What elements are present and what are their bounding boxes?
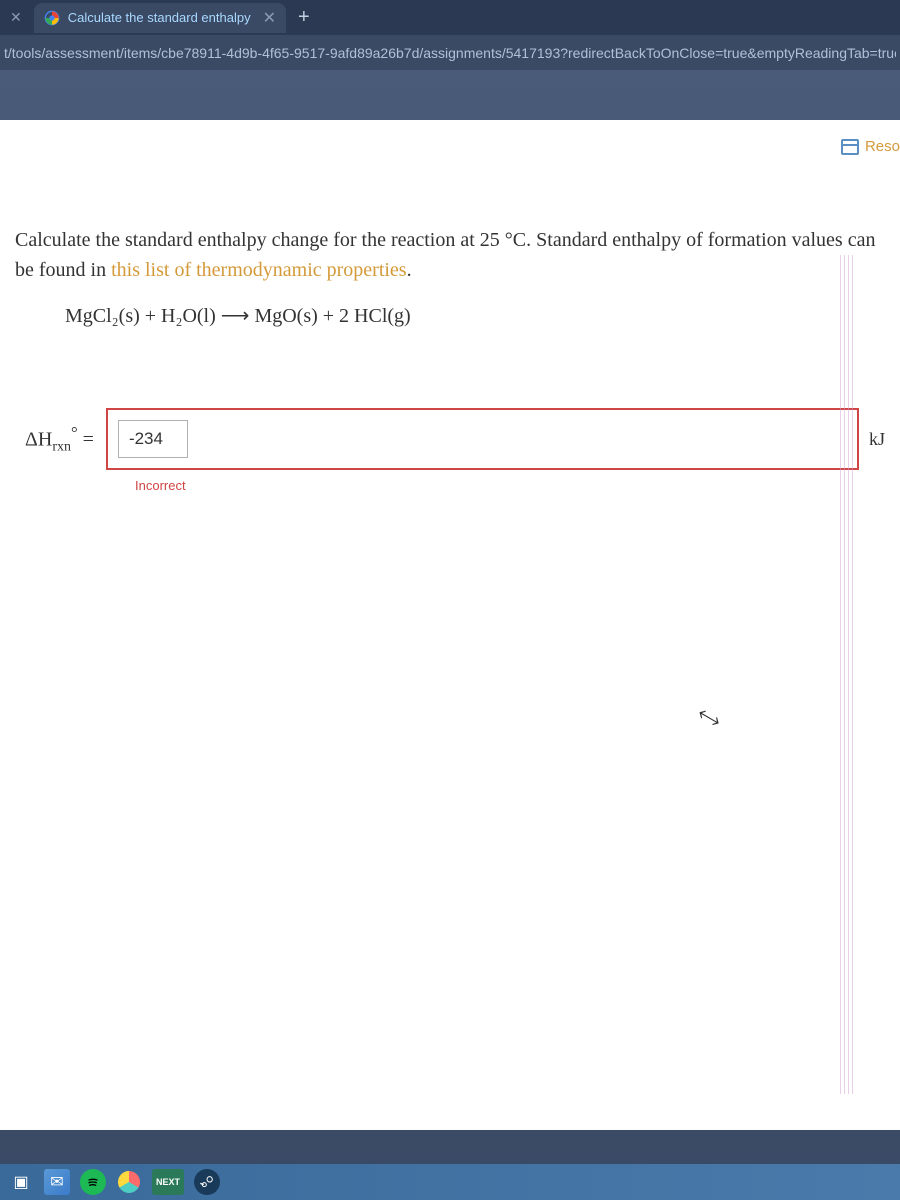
steam-icon[interactable] <box>194 1169 220 1195</box>
question-text: Calculate the standard enthalpy change f… <box>15 225 885 285</box>
input-wrapper: -234 <box>106 408 859 470</box>
url-bar[interactable]: t/tools/assessment/items/cbe78911-4d9b-4… <box>0 35 900 70</box>
question-period: . <box>407 259 412 281</box>
tab-close-icon[interactable]: ✕ <box>263 8 276 28</box>
url-text: t/tools/assessment/items/cbe78911-4d9b-4… <box>4 45 896 61</box>
thermodynamic-link[interactable]: this list of thermodynamic properties <box>111 259 407 281</box>
windows-start-icon[interactable]: ▣ <box>8 1169 34 1195</box>
segment-icon[interactable] <box>116 1169 142 1195</box>
answer-input[interactable]: -234 <box>118 420 188 458</box>
delta-h-prefix: ΔH <box>25 428 52 450</box>
google-icon <box>44 10 60 26</box>
delta-h-label: ΔHrxn° = <box>25 423 94 456</box>
spotify-icon[interactable] <box>80 1169 106 1195</box>
delta-h-sub: rxn <box>52 439 71 454</box>
browser-tab-bar: ✕ Calculate the standard enthalpy ✕ + <box>0 0 900 35</box>
bookmark-icon <box>841 139 859 155</box>
feedback-text: Incorrect <box>135 478 900 493</box>
chemical-equation: MgCl₂(s) + H₂O(l) ⟶ MgO(s) + 2 HCl(g) <box>65 303 885 328</box>
next-app-icon[interactable]: NEXT <box>152 1169 184 1195</box>
delta-h-super: ° <box>71 423 78 442</box>
resources-button[interactable]: Reso <box>841 138 900 155</box>
unit-label: kJ <box>869 429 885 450</box>
mail-icon[interactable]: ✉ <box>44 1169 70 1195</box>
cursor-icon: ⤡ <box>697 703 721 733</box>
resources-label: Reso <box>865 138 900 155</box>
browser-tab[interactable]: Calculate the standard enthalpy ✕ <box>34 3 286 33</box>
question-area: Calculate the standard enthalpy change f… <box>0 120 900 328</box>
tab-title: Calculate the standard enthalpy <box>68 10 251 25</box>
close-prev-tab-icon[interactable]: ✕ <box>10 9 22 26</box>
new-tab-button[interactable]: + <box>298 6 310 29</box>
taskbar: ▣ ✉ NEXT <box>0 1164 900 1200</box>
notebook-margin-lines <box>840 255 852 1094</box>
delta-h-equals: = <box>78 428 94 450</box>
answer-input-container: -234 <box>106 408 859 470</box>
content-area: Reso Calculate the standard enthalpy cha… <box>0 120 900 1130</box>
answer-section: ΔHrxn° = -234 kJ <box>25 408 885 470</box>
